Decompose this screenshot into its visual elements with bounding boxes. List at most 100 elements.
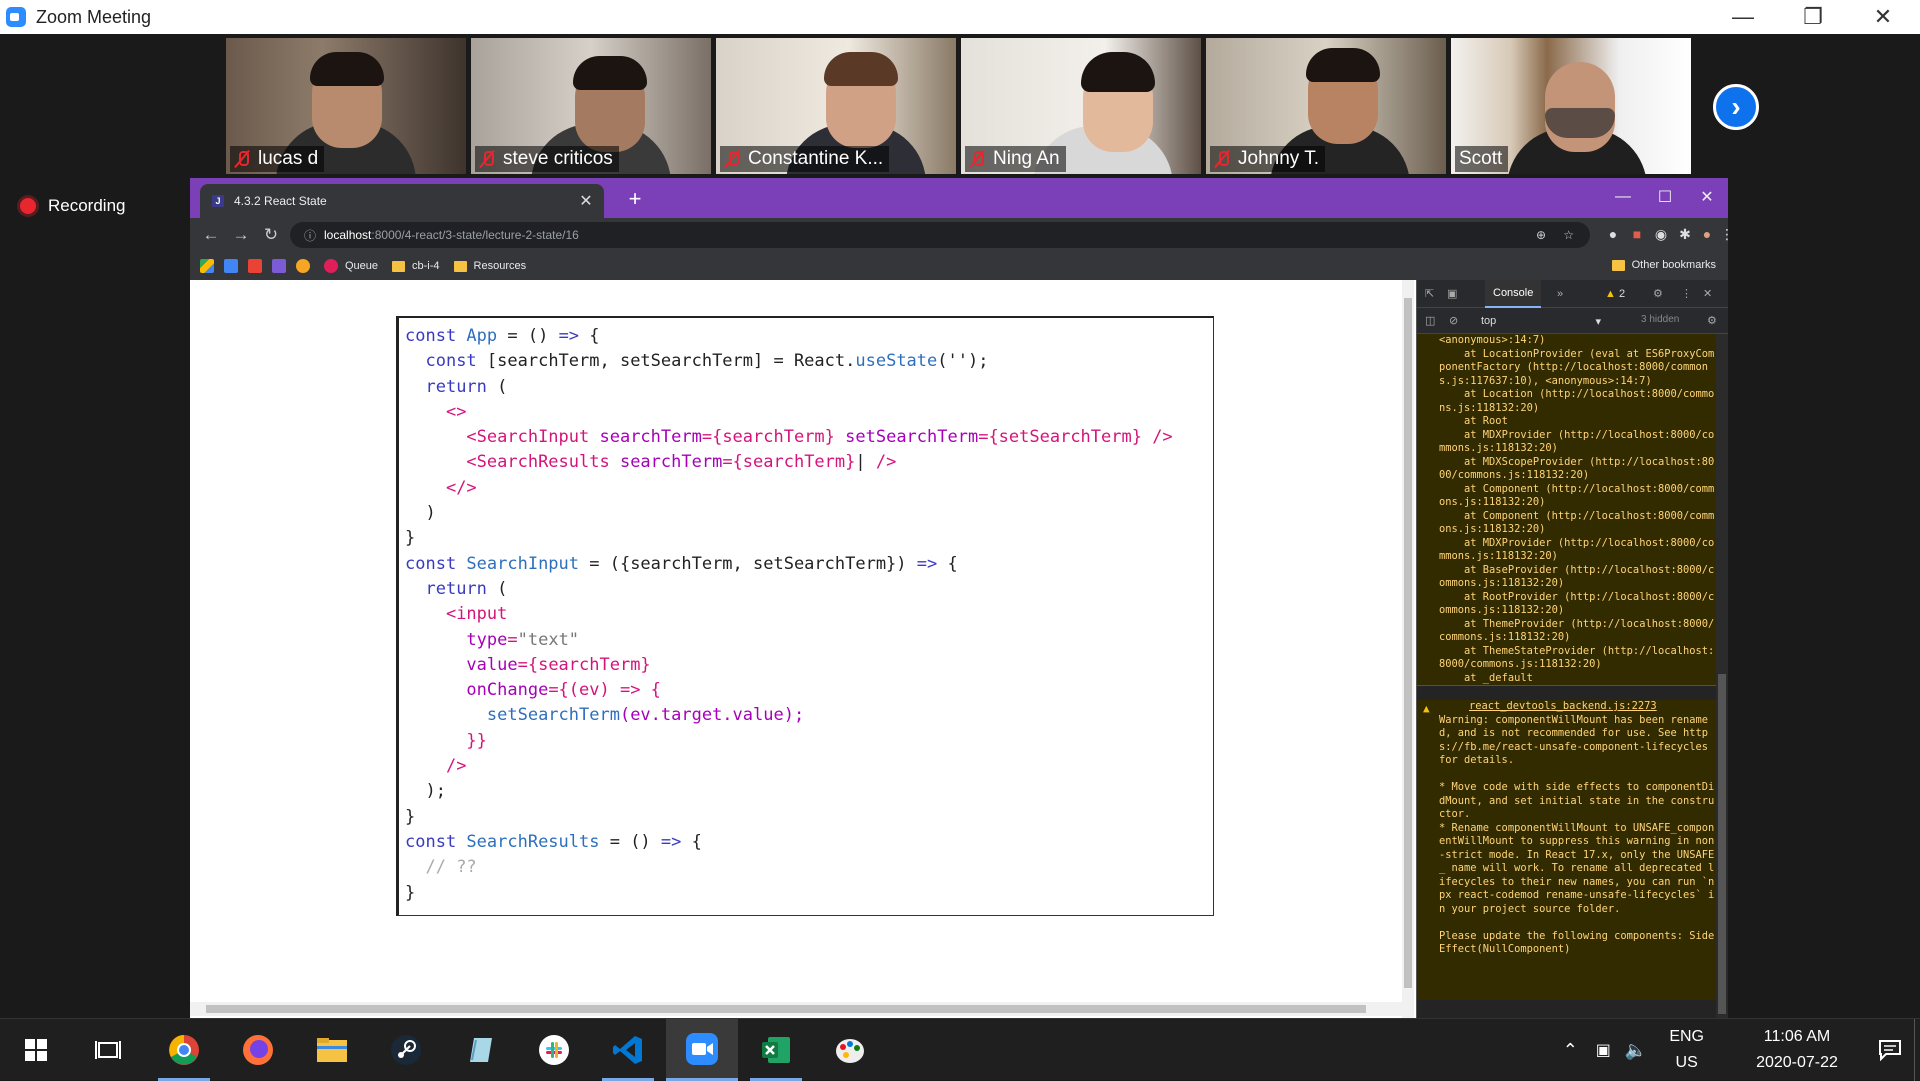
extensions-puzzle-icon[interactable]: ✱ — [1674, 223, 1696, 245]
taskbar-paint[interactable] — [814, 1019, 886, 1081]
extension-icon[interactable]: ● — [1602, 223, 1624, 245]
bookmark-icon[interactable] — [296, 259, 310, 273]
forward-icon[interactable]: → — [228, 222, 254, 248]
warning-line: * Move code with side effects to compone… — [1439, 781, 1715, 820]
console-warning: ▲ react_devtools_backend.js:2273 Warning… — [1417, 700, 1717, 1000]
bookmark-star-icon[interactable]: ☆ — [1563, 228, 1574, 242]
inspect-element-icon[interactable]: ⇱ — [1425, 287, 1434, 300]
minimize-button[interactable]: — — [1708, 0, 1778, 34]
browser-tab[interactable]: J 4.3.2 React State ✕ — [200, 184, 604, 218]
task-view-button[interactable] — [72, 1019, 144, 1081]
start-button[interactable] — [0, 1019, 72, 1081]
browser-close-button[interactable]: ✕ — [1692, 184, 1722, 210]
next-page-button[interactable]: › — [1713, 84, 1759, 130]
tab-close-icon[interactable]: ✕ — [576, 191, 596, 211]
warning-source-link[interactable]: react_devtools_backend.js:2273 — [1439, 700, 1717, 714]
device-toolbar-icon[interactable]: ▣ — [1447, 287, 1457, 300]
volume-icon[interactable]: 🔈 — [1625, 1040, 1647, 1061]
back-icon[interactable]: ← — [198, 222, 224, 248]
tab-favicon-icon: J — [212, 195, 224, 207]
new-tab-button[interactable]: + — [622, 186, 648, 212]
browser-maximize-button[interactable]: ☐ — [1650, 184, 1680, 210]
show-desktop-button[interactable] — [1914, 1019, 1920, 1081]
context-selector[interactable]: top ▾ — [1481, 312, 1605, 330]
warning-count[interactable]: ▲ 2 — [1605, 288, 1625, 300]
taskbar-file-explorer[interactable] — [296, 1019, 368, 1081]
code-line: } — [405, 882, 416, 903]
code-line: const App = () => { — [405, 326, 600, 346]
menu-kebab-icon[interactable]: ⋮ — [1716, 223, 1738, 245]
stack-frame: at MDXProvider (http://localhost:8000/co… — [1439, 536, 1715, 563]
participant-tile[interactable]: lucas d — [226, 38, 466, 174]
recording-icon — [20, 198, 36, 214]
devtools-menu-icon[interactable]: ⋮ — [1681, 287, 1692, 300]
stack-frame: at ThemeProvider (http://localhost:8000/… — [1439, 617, 1715, 644]
bookmark-icon[interactable] — [272, 259, 286, 273]
recording-label: Recording — [48, 196, 126, 215]
tray-overflow-chevron-icon[interactable]: ⌃ — [1563, 1040, 1578, 1061]
participant-name: Ning An — [965, 146, 1066, 172]
settings-gear-icon[interactable]: ⚙ — [1653, 287, 1663, 300]
task-view-icon — [95, 1041, 121, 1059]
taskbar-slack[interactable] — [518, 1019, 590, 1081]
language-indicator[interactable]: ENG US — [1669, 1024, 1704, 1076]
calendar-bookmark-icon[interactable] — [224, 259, 238, 273]
drive-bookmark-icon[interactable] — [200, 259, 214, 273]
participant-tile[interactable]: steve criticos — [471, 38, 711, 174]
battery-icon[interactable]: ▣ — [1596, 1040, 1611, 1060]
warning-line — [1439, 916, 1717, 930]
taskbar-zoom[interactable] — [666, 1019, 738, 1081]
excel-icon — [762, 1037, 790, 1063]
sidebar-toggle-icon[interactable]: ◫ — [1425, 314, 1435, 327]
zoom-icon[interactable]: ⊕ — [1536, 228, 1546, 242]
more-tabs-icon[interactable]: » — [1557, 288, 1563, 300]
bookmark-folder[interactable]: cb-i-4 — [392, 260, 440, 272]
tab-console[interactable]: Console — [1485, 280, 1542, 308]
vscode-icon — [613, 1036, 642, 1064]
console-settings-icon[interactable]: ⚙ — [1707, 314, 1717, 327]
participant-tile[interactable]: Johnny T. — [1206, 38, 1446, 174]
taskbar-firefox[interactable] — [222, 1019, 294, 1081]
warning-line: * Rename componentWillMount to UNSAFE_co… — [1439, 821, 1715, 915]
vertical-scrollbar[interactable] — [1402, 280, 1414, 1018]
bookmark-queue[interactable]: Queue — [324, 259, 378, 273]
taskbar-chrome[interactable] — [148, 1019, 220, 1081]
warning-icon: ▲ — [1423, 702, 1430, 715]
notification-center-icon[interactable] — [1866, 1019, 1914, 1081]
taskbar-vscode[interactable] — [592, 1019, 664, 1081]
other-bookmarks[interactable]: Other bookmarks — [1611, 259, 1716, 271]
bookmark-folder[interactable]: Resources — [453, 260, 526, 272]
taskbar-notes-app[interactable] — [444, 1019, 516, 1081]
devtools-close-icon[interactable]: ✕ — [1703, 287, 1712, 300]
profile-avatar[interactable]: ● — [1696, 223, 1718, 245]
extension-icon[interactable]: ◉ — [1650, 223, 1672, 245]
site-info-icon[interactable]: ⓘ — [304, 227, 316, 244]
code-line: setSearchTerm(ev.target.value); — [486, 705, 805, 726]
taskbar-steam[interactable] — [370, 1019, 442, 1081]
code-line: const SearchResults = () => { — [405, 831, 702, 852]
browser-minimize-button[interactable]: — — [1608, 184, 1638, 210]
folder-icon — [1611, 259, 1625, 271]
recording-indicator[interactable]: Recording — [20, 196, 126, 216]
folder-icon — [317, 1038, 347, 1062]
clear-console-icon[interactable]: ⊘ — [1449, 314, 1458, 327]
restore-button[interactable]: ❐ — [1778, 0, 1848, 34]
extension-icon[interactable]: ■ — [1626, 223, 1648, 245]
horizontal-scrollbar[interactable] — [190, 1002, 1402, 1016]
address-bar[interactable]: ⓘ localhost:8000/4-react/3-state/lecture… — [290, 222, 1590, 248]
participant-tile[interactable]: Ning An — [961, 38, 1201, 174]
code-line: } — [405, 528, 416, 549]
stack-frame: at MDXScopeProvider (http://localhost:80… — [1439, 455, 1715, 482]
code-line: const SearchInput = ({searchTerm, setSea… — [405, 553, 958, 574]
console-scrollbar[interactable] — [1716, 334, 1728, 1018]
participant-tile[interactable]: Constantine K... — [716, 38, 956, 174]
taskbar-excel[interactable] — [740, 1019, 812, 1081]
clock[interactable]: 11:06 AM 2020-07-22 — [1728, 1024, 1866, 1076]
participant-name: lucas d — [230, 146, 325, 172]
gmail-bookmark-icon[interactable] — [248, 259, 262, 273]
stack-frame: at MDXProvider (http://localhost:8000/co… — [1439, 428, 1715, 455]
participant-tile-active-speaker[interactable]: Scott — [1451, 38, 1691, 174]
url-host: localhost — [324, 228, 372, 242]
reload-icon[interactable]: ↻ — [258, 222, 284, 248]
close-button[interactable]: ✕ — [1848, 0, 1918, 34]
